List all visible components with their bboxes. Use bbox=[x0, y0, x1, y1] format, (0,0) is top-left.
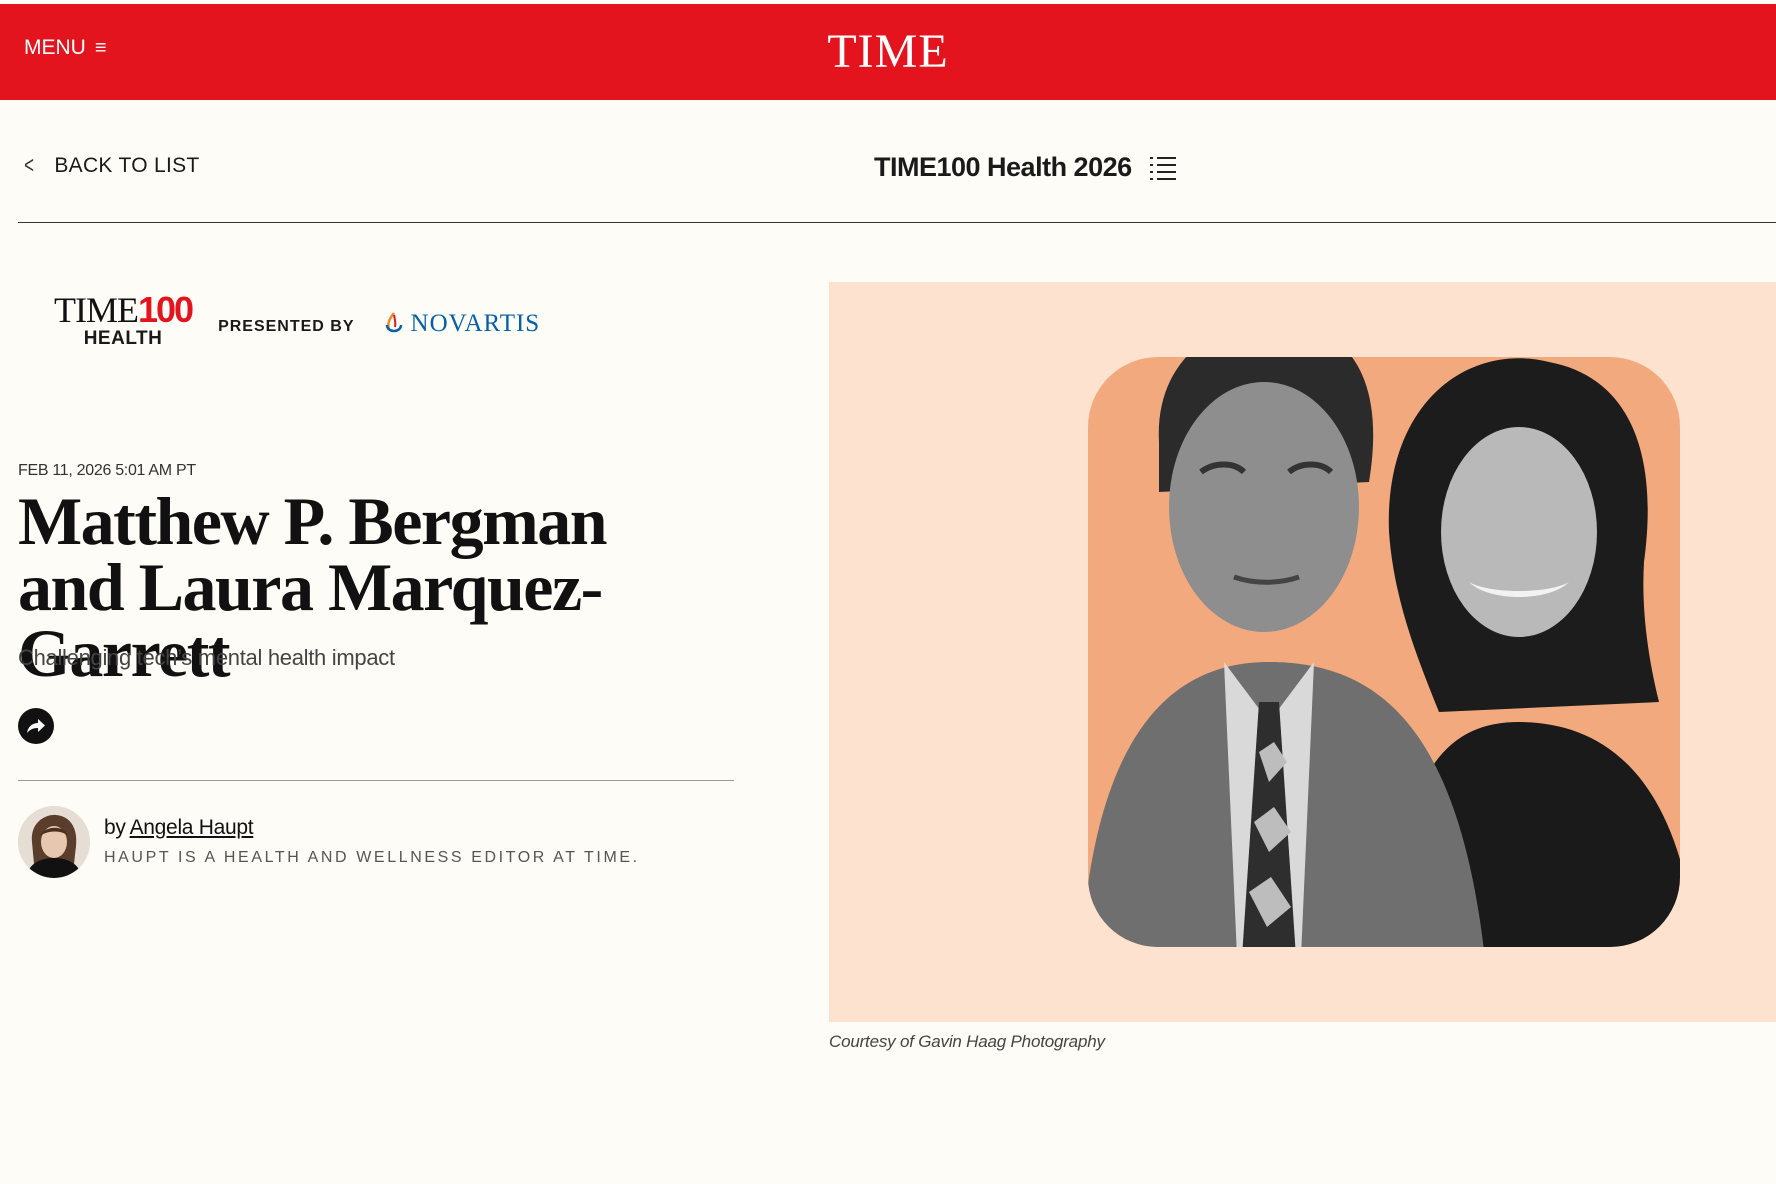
menu-label: MENU bbox=[24, 36, 86, 59]
time-logo[interactable]: TIME bbox=[827, 24, 948, 79]
top-nav-bar: MENU ≡ TIME bbox=[0, 4, 1776, 100]
photo-caption: Courtesy of Gavin Haag Photography bbox=[829, 1032, 1105, 1051]
presented-by-label: PRESENTED BY bbox=[218, 318, 355, 335]
portrait-illustration bbox=[1088, 357, 1680, 947]
author-byline: by Angela Haupt HAUPT IS A HEALTH AND WEL… bbox=[18, 806, 640, 878]
list-title-label: TIME100 Health 2026 bbox=[874, 152, 1132, 182]
time100-brand-bottom: HEALTH bbox=[83, 328, 163, 349]
byline-divider bbox=[18, 780, 734, 781]
sub-navigation: < BACK TO LIST TIME100 Health 2026 bbox=[18, 100, 1776, 223]
byline-prefix: by bbox=[104, 816, 126, 839]
chevron-left-icon: < bbox=[24, 152, 35, 179]
novartis-name: NOVARTIS bbox=[410, 310, 541, 337]
author-bio: HAUPT IS A HEALTH AND WELLNESS EDITOR AT… bbox=[104, 849, 640, 866]
list-title-button[interactable]: TIME100 Health 2026 bbox=[874, 152, 1176, 183]
author-name-link[interactable]: Angela Haupt bbox=[130, 816, 254, 839]
hamburger-icon: ≡ bbox=[94, 37, 107, 59]
hero-image bbox=[829, 282, 1776, 1022]
time100-brand-top: TIME bbox=[54, 290, 139, 330]
back-to-list-link[interactable]: < BACK TO LIST bbox=[22, 152, 200, 180]
share-arrow-icon bbox=[27, 719, 45, 733]
sponsor-lockup: TIME100 HEALTH PRESENTED BY NOVARTIS bbox=[54, 289, 541, 349]
time100-health-logo: TIME100 HEALTH bbox=[54, 289, 194, 349]
share-button[interactable] bbox=[18, 708, 54, 744]
menu-button[interactable]: MENU ≡ bbox=[24, 36, 107, 60]
article-dek: Challenging tech’s mental health impact bbox=[18, 645, 395, 670]
novartis-logo[interactable]: NOVARTIS bbox=[383, 310, 541, 338]
novartis-flame-icon bbox=[385, 312, 402, 333]
back-label: BACK TO LIST bbox=[54, 154, 200, 177]
time100-brand-number: 100 bbox=[137, 289, 194, 330]
list-icon bbox=[1149, 156, 1176, 180]
article-dateline: FEB 11, 2026 5:01 AM PT bbox=[18, 462, 196, 479]
author-avatar[interactable] bbox=[18, 806, 90, 878]
